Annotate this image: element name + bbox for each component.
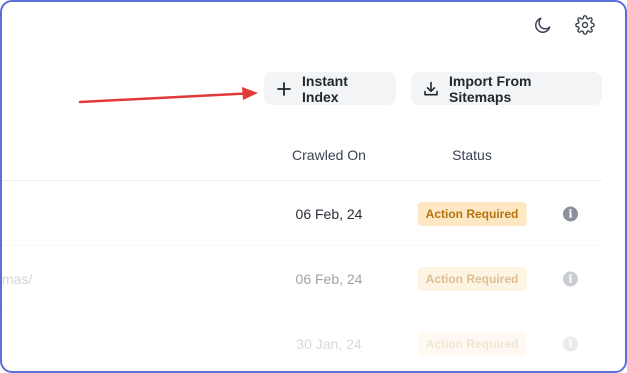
moon-icon[interactable]: [532, 14, 554, 36]
status-badge: Action Required: [417, 201, 527, 226]
import-sitemaps-label: Import From Sitemaps: [449, 72, 532, 105]
page-path: tmas/: [0, 270, 33, 287]
table-row[interactable]: 06 Feb, 24 Action Required i: [2, 180, 602, 246]
status-badge: Action Required: [417, 266, 527, 291]
download-icon: [423, 81, 439, 97]
instant-index-label: Instant Index: [302, 72, 348, 105]
import-from-sitemaps-button[interactable]: Import From Sitemaps: [411, 72, 602, 105]
info-icon[interactable]: i: [563, 271, 578, 286]
status-badge: Action Required: [417, 331, 527, 356]
crawled-on-date: 06 Feb, 24: [295, 205, 363, 222]
gear-icon[interactable]: [574, 14, 596, 36]
plus-icon: [276, 81, 292, 97]
column-header-status[interactable]: Status: [452, 147, 492, 163]
info-icon[interactable]: i: [563, 336, 578, 351]
table-row[interactable]: tmas/ 06 Feb, 24 Action Required i: [2, 245, 602, 311]
annotation-arrow: [78, 87, 258, 104]
crawled-on-date: 06 Feb, 24: [295, 270, 363, 287]
crawled-on-date: 30 Jan, 24: [296, 335, 362, 352]
app-window: Instant Index Import From Sitemaps Crawl…: [0, 0, 627, 373]
info-icon[interactable]: i: [563, 206, 578, 221]
instant-index-button[interactable]: Instant Index: [264, 72, 396, 105]
column-header-crawled-on[interactable]: Crawled On: [292, 147, 366, 163]
table-row[interactable]: 30 Jan, 24 Action Required i: [2, 310, 602, 371]
